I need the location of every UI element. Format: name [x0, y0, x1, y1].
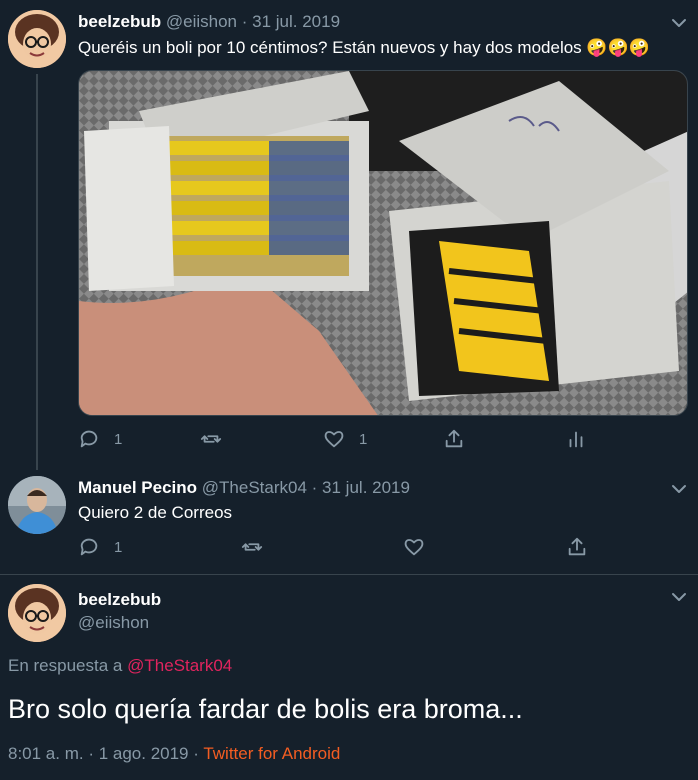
reply-count: 1: [114, 538, 123, 556]
retweet-icon: [200, 435, 222, 443]
reply-prefix: En respuesta a: [8, 656, 123, 675]
avatar[interactable]: [8, 584, 66, 642]
retweet-button[interactable]: [241, 536, 277, 558]
share-button[interactable]: [566, 536, 602, 558]
tweet-photo[interactable]: [78, 70, 688, 416]
avatar[interactable]: [8, 10, 66, 68]
user-handle-text: @eiishon: [78, 613, 150, 632]
tweet-beelzebub[interactable]: beelzebub @eiishon · 31 jul. 2019 Queréi…: [0, 0, 698, 470]
tweet-actions: 1: [78, 536, 598, 560]
chevron-down-icon[interactable]: [670, 14, 688, 32]
tweet-date[interactable]: 31 jul. 2019: [322, 478, 410, 497]
user-handle[interactable]: @TheStark04: [202, 478, 307, 497]
reply-icon: [80, 538, 98, 556]
tweet-meta: 8:01 a. m. · 1 ago. 2019 · Twitter for A…: [8, 744, 340, 764]
retweet-icon: [241, 543, 263, 551]
display-name[interactable]: beelzebub: [78, 590, 161, 610]
display-name[interactable]: beelzebub: [78, 12, 161, 31]
reply-context: En respuesta a @TheStark04: [8, 656, 232, 676]
share-button[interactable]: [443, 428, 479, 450]
user-handle[interactable]: @eiishon: [78, 613, 149, 633]
main-tweet-text: Bro solo quería fardar de bolis era brom…: [8, 694, 523, 724]
user-handle[interactable]: @eiishon: [166, 12, 237, 31]
tweet-timestamp[interactable]: 8:01 a. m. · 1 ago. 2019 ·: [8, 744, 199, 763]
separator: ·: [241, 12, 248, 31]
tweet-source-link[interactable]: Twitter for Android: [203, 744, 340, 763]
avatar[interactable]: [8, 476, 66, 534]
like-count: 1: [359, 430, 368, 448]
tweet-text: Queréis un boli por 10 céntimos? Están n…: [78, 38, 650, 57]
tweet-text: Quiero 2 de Correos: [78, 503, 233, 522]
chevron-down-icon[interactable]: [670, 588, 688, 606]
tweet-manuel-pecino[interactable]: Manuel Pecino @TheStark04 · 31 jul. 2019…: [0, 470, 698, 574]
separator: ·: [311, 478, 318, 497]
reply-button[interactable]: 1: [78, 428, 122, 450]
analytics-icon: [569, 431, 583, 448]
tweet-header: Manuel Pecino @TheStark04 · 31 jul. 2019: [78, 478, 410, 498]
main-tweet: beelzebub @eiishon En respuesta a @TheSt…: [0, 574, 698, 780]
display-name[interactable]: Manuel Pecino: [78, 478, 197, 497]
reply-count: 1: [114, 430, 123, 448]
share-icon: [568, 537, 586, 556]
heart-icon: [404, 539, 424, 556]
retweet-button[interactable]: [200, 428, 236, 450]
analytics-button[interactable]: [565, 428, 601, 450]
chevron-down-icon[interactable]: [670, 480, 688, 498]
thread-line: [36, 74, 38, 470]
reply-button[interactable]: 1: [78, 536, 122, 558]
twitter-thread: beelzebub @eiishon · 31 jul. 2019 Queréi…: [0, 0, 698, 780]
reply-target-link[interactable]: @TheStark04: [127, 656, 232, 675]
display-name-text: beelzebub: [78, 590, 162, 609]
tweet-actions: 1 1: [78, 428, 598, 452]
share-icon: [445, 429, 463, 448]
heart-icon: [324, 431, 344, 448]
tweet-date[interactable]: 31 jul. 2019: [252, 12, 340, 31]
tweet-header: beelzebub @eiishon · 31 jul. 2019: [78, 12, 340, 32]
reply-icon: [80, 430, 98, 448]
like-button[interactable]: 1: [323, 428, 367, 450]
like-button[interactable]: [403, 536, 439, 558]
